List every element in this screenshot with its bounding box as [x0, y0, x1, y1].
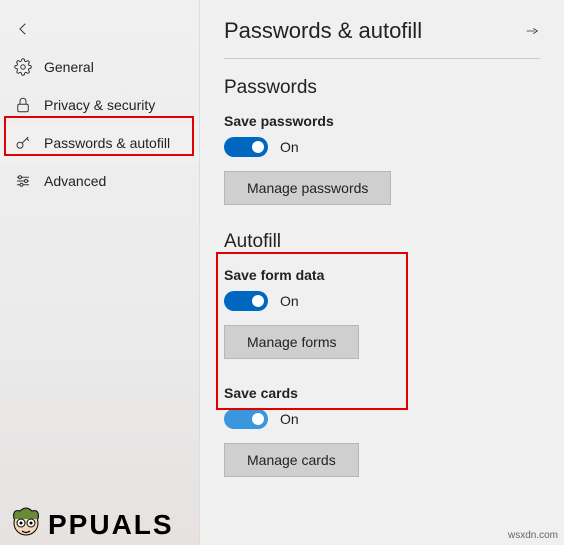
sidebar-item-advanced[interactable]: Advanced	[0, 162, 199, 200]
pin-icon[interactable]	[524, 23, 540, 39]
page-title: Passwords & autofill	[224, 18, 422, 44]
toggle-save-passwords[interactable]	[224, 137, 268, 157]
sidebar-item-label: Advanced	[44, 173, 106, 189]
chevron-left-icon	[14, 20, 32, 38]
section-title-passwords: Passwords	[224, 77, 540, 99]
section-autofill: Autofill Save form data On Manage forms	[224, 231, 540, 381]
gear-icon	[14, 58, 32, 76]
section-cards: Save cards On Manage cards	[224, 385, 540, 477]
key-icon	[14, 134, 32, 152]
label-save-cards: Save cards	[224, 385, 540, 401]
sidebar-item-privacy[interactable]: Privacy & security	[0, 86, 199, 124]
toggle-row-save-passwords: On	[224, 137, 540, 157]
sidebar-item-general[interactable]: General	[0, 48, 199, 86]
sidebar-item-close[interactable]	[0, 10, 199, 48]
toggle-state: On	[280, 411, 299, 427]
sliders-icon	[14, 172, 32, 190]
sidebar-item-label: Passwords & autofill	[44, 135, 170, 151]
manage-cards-button[interactable]: Manage cards	[224, 443, 359, 477]
toggle-save-cards[interactable]	[224, 409, 268, 429]
content-pane: Passwords & autofill Passwords Save pass…	[200, 0, 564, 545]
manage-passwords-button[interactable]: Manage passwords	[224, 171, 391, 205]
label-save-passwords: Save passwords	[224, 113, 540, 129]
toggle-state: On	[280, 139, 299, 155]
sidebar-item-passwords[interactable]: Passwords & autofill	[0, 124, 199, 162]
sidebar-item-label: General	[44, 59, 94, 75]
sidebar: General Privacy & security Passwords & a…	[0, 0, 200, 545]
toggle-save-form-data[interactable]	[224, 291, 268, 311]
lock-icon	[14, 96, 32, 114]
section-title-autofill: Autofill	[224, 231, 540, 253]
page-header: Passwords & autofill	[224, 18, 540, 59]
toggle-state: On	[280, 293, 299, 309]
settings-window: General Privacy & security Passwords & a…	[0, 0, 564, 545]
sidebar-item-label: Privacy & security	[44, 97, 155, 113]
label-save-form-data: Save form data	[224, 267, 540, 283]
toggle-row-save-cards: On	[224, 409, 540, 429]
manage-forms-button[interactable]: Manage forms	[224, 325, 359, 359]
section-passwords: Passwords Save passwords On Manage passw…	[224, 77, 540, 227]
toggle-row-save-form-data: On	[224, 291, 540, 311]
